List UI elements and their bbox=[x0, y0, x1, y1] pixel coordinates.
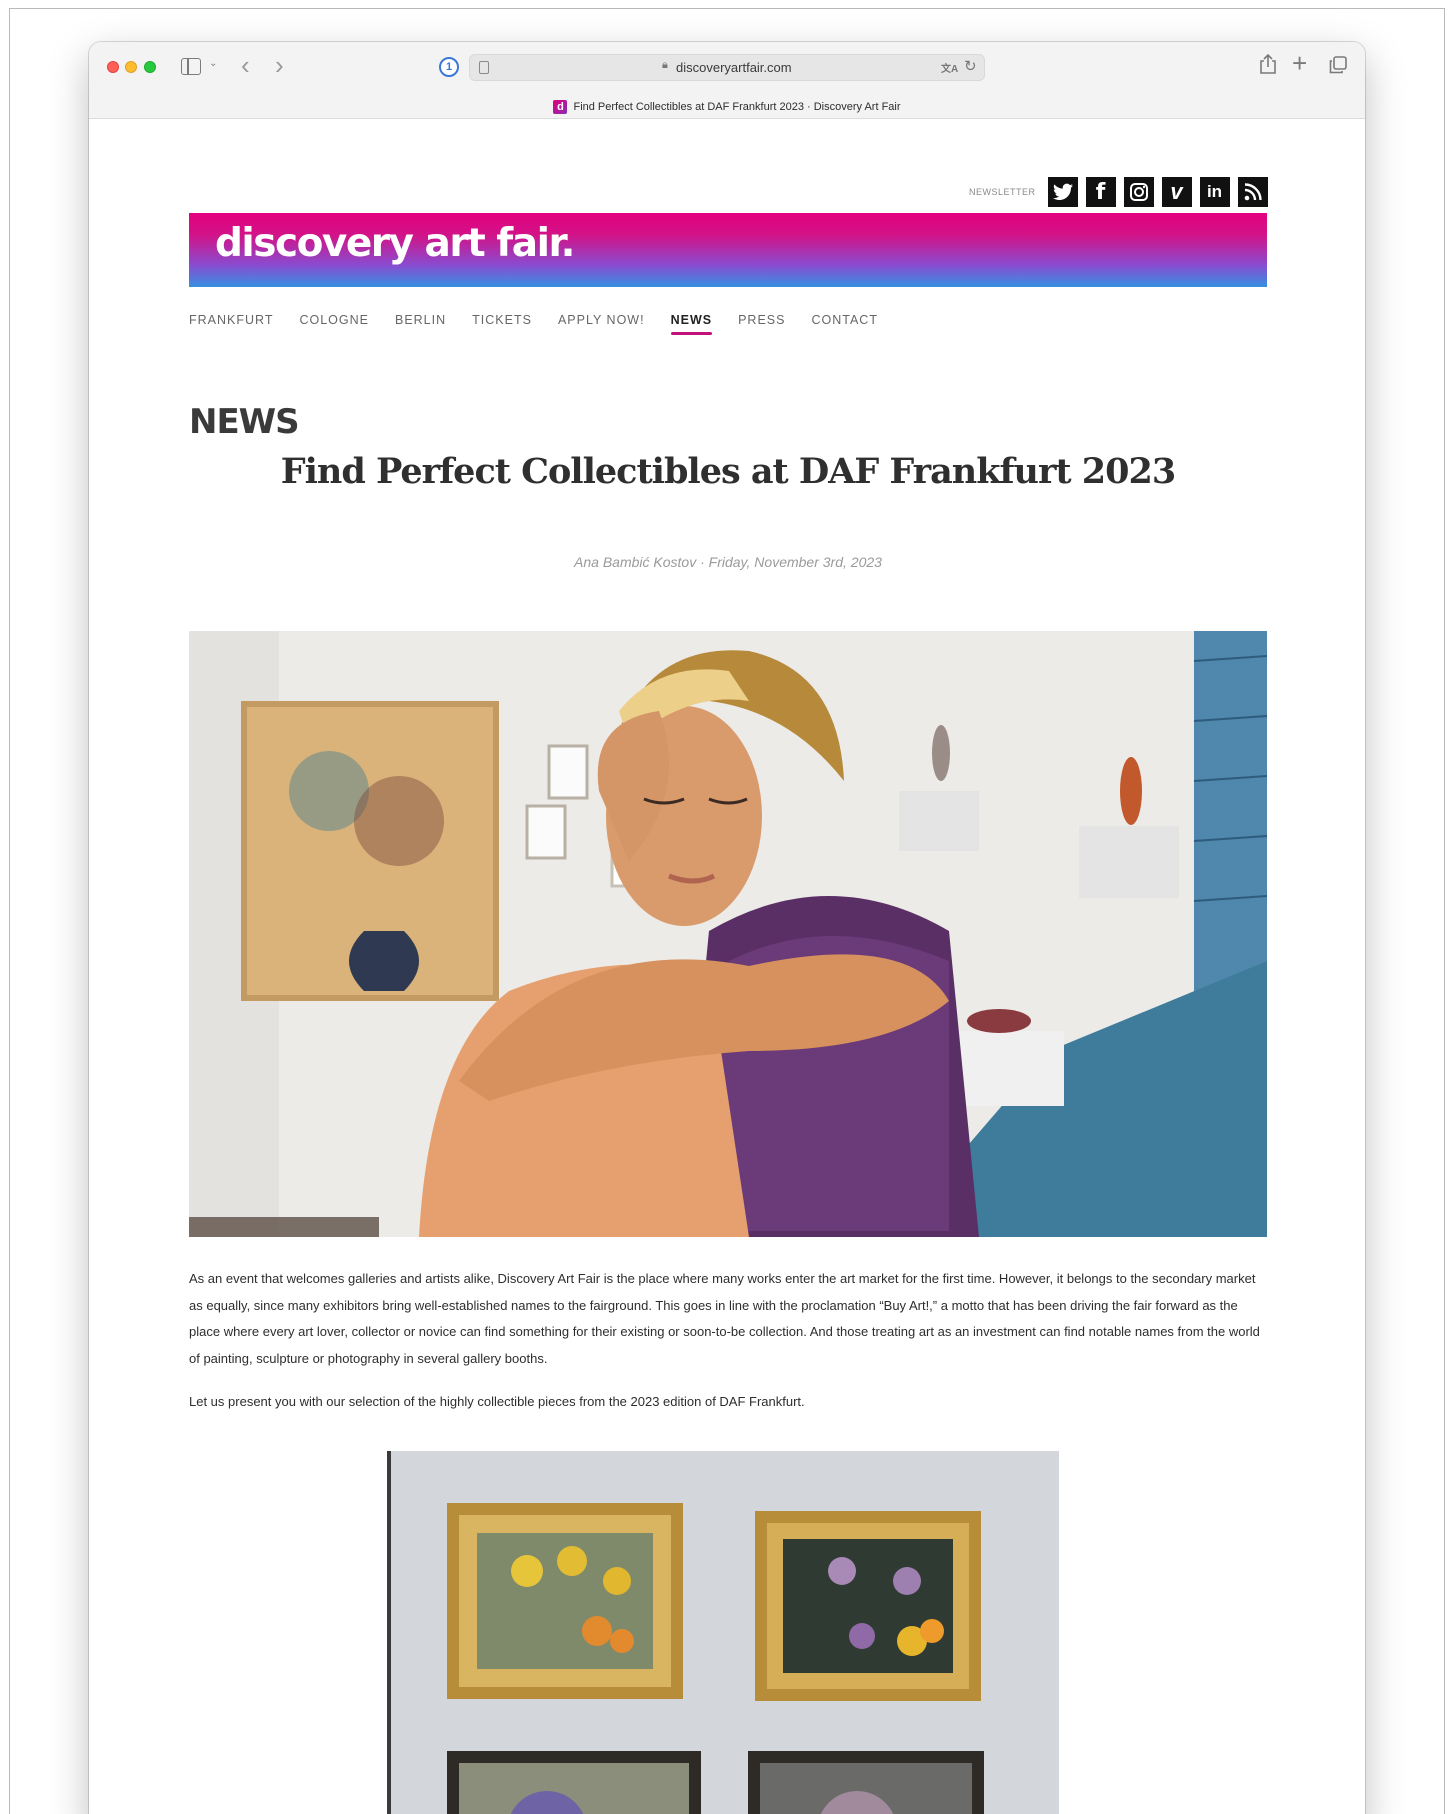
twitter-icon[interactable] bbox=[1047, 177, 1078, 207]
article-paragraph: Let us present you with our selection of… bbox=[189, 1394, 805, 1409]
main-navigation: FRANKFURT COLOGNE BERLIN TICKETS APPLY N… bbox=[189, 313, 878, 335]
site-logo-banner[interactable]: discovery art fair. bbox=[189, 213, 1267, 287]
share-icon[interactable] bbox=[1259, 54, 1277, 74]
article-gallery-image bbox=[387, 1451, 1059, 1814]
new-tab-icon[interactable]: + bbox=[1292, 50, 1307, 76]
tab-overview-icon[interactable] bbox=[1329, 56, 1347, 74]
site-logo-text: discovery art fair. bbox=[215, 221, 575, 266]
instagram-icon[interactable] bbox=[1123, 177, 1154, 207]
tab-title: Find Perfect Collectibles at DAF Frankfu… bbox=[573, 101, 901, 113]
article-paragraph: As an event that welcomes galleries and … bbox=[189, 1271, 1260, 1366]
active-tab[interactable]: d Find Perfect Collectibles at DAF Frank… bbox=[89, 97, 1365, 117]
facebook-icon[interactable]: f bbox=[1085, 177, 1116, 207]
vimeo-icon[interactable]: v bbox=[1161, 177, 1192, 207]
nav-item-contact[interactable]: CONTACT bbox=[811, 313, 878, 335]
reload-icon[interactable]: ↻ bbox=[964, 57, 977, 75]
article-byline: Ana Bambić Kostov · Friday, November 3rd… bbox=[574, 554, 882, 570]
browser-window: ⌄ ‹ › 1 🔒︎ discoveryartfair.com 文A ↻ + d… bbox=[89, 42, 1365, 1814]
address-bar[interactable]: 🔒︎ discoveryartfair.com 文A ↻ bbox=[469, 54, 985, 81]
nav-item-cologne[interactable]: COLOGNE bbox=[299, 313, 369, 335]
social-links: NEWSLETTER f v in bbox=[969, 176, 1268, 208]
nav-item-tickets[interactable]: TICKETS bbox=[472, 313, 532, 335]
nav-item-press[interactable]: PRESS bbox=[738, 313, 785, 335]
nav-item-frankfurt[interactable]: FRANKFURT bbox=[189, 313, 273, 335]
zoom-window-button[interactable] bbox=[144, 61, 156, 73]
linkedin-icon[interactable]: in bbox=[1199, 177, 1230, 207]
nav-item-news[interactable]: NEWS bbox=[670, 313, 713, 335]
article-hero-image bbox=[189, 631, 1267, 1237]
browser-toolbar: ⌄ ‹ › 1 🔒︎ discoveryartfair.com 文A ↻ + d… bbox=[89, 42, 1365, 119]
page-icon bbox=[479, 61, 489, 74]
article-title: Find Perfect Collectibles at DAF Frankfu… bbox=[280, 451, 1176, 492]
favicon: d bbox=[553, 100, 568, 114]
close-window-button[interactable] bbox=[107, 61, 119, 73]
nav-item-apply-now[interactable]: APPLY NOW! bbox=[558, 313, 645, 335]
forward-arrow-icon[interactable]: › bbox=[275, 52, 284, 78]
lock-icon: 🔒︎ bbox=[662, 59, 668, 71]
sidebar-toggle-icon[interactable] bbox=[181, 58, 201, 75]
rss-icon[interactable] bbox=[1237, 177, 1268, 207]
password-manager-icon[interactable]: 1 bbox=[439, 57, 459, 77]
newsletter-link[interactable]: NEWSLETTER bbox=[969, 187, 1036, 197]
page-title: NEWS bbox=[189, 402, 300, 442]
chevron-down-icon[interactable]: ⌄ bbox=[209, 58, 217, 69]
back-arrow-icon[interactable]: ‹ bbox=[241, 52, 250, 78]
minimize-window-button[interactable] bbox=[125, 61, 137, 73]
url-text[interactable]: discoveryartfair.com bbox=[676, 60, 792, 75]
nav-item-berlin[interactable]: BERLIN bbox=[395, 313, 446, 335]
translate-icon[interactable]: 文A bbox=[941, 60, 958, 75]
